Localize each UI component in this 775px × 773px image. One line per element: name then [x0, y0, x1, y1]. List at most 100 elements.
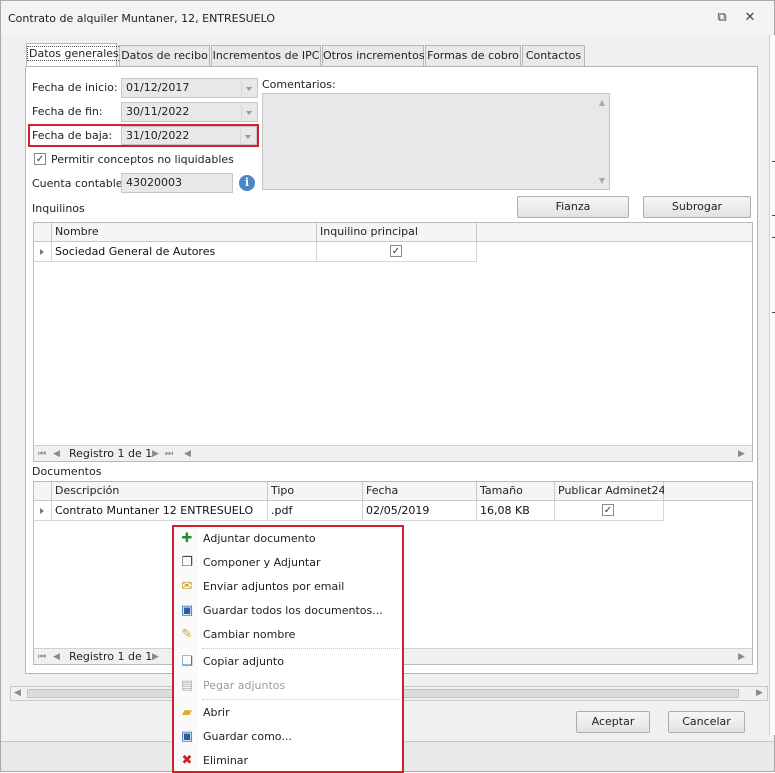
fecha-fin-field[interactable]: 30/11/2022: [121, 102, 258, 122]
documentos-label: Documentos: [32, 465, 102, 478]
subrogar-button[interactable]: Subrogar: [643, 196, 751, 218]
restore-window-icon[interactable]: ⧉: [713, 10, 731, 26]
tab-label: Datos generales: [27, 46, 121, 61]
publicar-checkbox[interactable]: ✓: [602, 504, 614, 516]
scroll-up-icon: ▲: [598, 98, 605, 107]
table-row-tipo[interactable]: .pdf: [268, 501, 363, 521]
open-folder-icon: ▰: [182, 705, 192, 720]
next-record-icon[interactable]: ▶: [152, 649, 159, 665]
menu-item-label: Guardar como...: [203, 730, 292, 743]
menu-separator: [202, 648, 400, 649]
rename-pencil-icon: ✎: [181, 627, 193, 642]
menu-item-label: Enviar adjuntos por email: [203, 580, 345, 593]
chevron-down-icon[interactable]: [241, 104, 256, 120]
info-icon[interactable]: i: [239, 175, 255, 191]
menu-item-enviar-email[interactable]: ✉ Enviar adjuntos por email: [174, 575, 402, 599]
row-indicator[interactable]: [34, 501, 52, 521]
column-header-inquilino-principal[interactable]: Inquilino principal: [317, 223, 477, 242]
cancelar-button[interactable]: Cancelar: [668, 711, 745, 733]
prev-record-icon[interactable]: ◀: [53, 446, 60, 462]
table-row-tamano[interactable]: 16,08 KB: [477, 501, 555, 521]
last-record-icon[interactable]: ⏭: [165, 446, 173, 462]
fecha-inicio-field[interactable]: 01/12/2017: [121, 78, 258, 98]
row-indicator[interactable]: [34, 242, 52, 262]
save-all-icon: ▣: [180, 603, 194, 618]
scroll-left-icon[interactable]: ◀: [14, 688, 21, 698]
prev-record-icon[interactable]: ◀: [53, 649, 60, 665]
paste-icon: ▤: [180, 678, 194, 693]
fianza-button[interactable]: Fianza: [517, 196, 629, 218]
table-row-publicar[interactable]: ✓: [555, 501, 664, 521]
column-header-tipo[interactable]: Tipo: [268, 482, 363, 501]
background-window-edge: [769, 35, 775, 735]
inquilino-principal-checkbox[interactable]: ✓: [390, 245, 402, 257]
scroll-down-icon: ▼: [598, 176, 605, 185]
menu-item-abrir[interactable]: ▰ Abrir: [174, 701, 402, 725]
fecha-baja-label: Fecha de baja:: [32, 129, 113, 142]
tab-datos-recibo[interactable]: Datos de recibo: [119, 45, 210, 66]
menu-item-guardar-todos[interactable]: ▣ Guardar todos los documentos...: [174, 599, 402, 623]
fecha-inicio-value: 01/12/2017: [126, 81, 190, 94]
grid-corner-header: [34, 223, 52, 242]
aceptar-button[interactable]: Aceptar: [576, 711, 650, 733]
column-header-descripcion[interactable]: Descripción: [52, 482, 268, 501]
tab-incrementos-ipc[interactable]: Incrementos de IPC: [211, 45, 321, 66]
permitir-conceptos-label: Permitir conceptos no liquidables: [51, 153, 234, 166]
column-header-fecha[interactable]: Fecha: [363, 482, 477, 501]
menu-item-label: Componer y Adjuntar: [203, 556, 321, 569]
compose-attach-icon: ❐: [181, 555, 193, 570]
menu-item-label: Guardar todos los documentos...: [203, 604, 383, 617]
menu-item-copiar-adjunto[interactable]: ❏ Copiar adjunto: [174, 650, 402, 674]
menu-item-guardar-como[interactable]: ▣ Guardar como...: [174, 725, 402, 749]
menu-item-eliminar[interactable]: ✖ Eliminar: [174, 749, 402, 773]
menu-item-label: Cambiar nombre: [203, 628, 296, 641]
comentarios-label: Comentarios:: [262, 78, 336, 91]
fecha-fin-value: 30/11/2022: [126, 105, 190, 118]
navigator-status: Registro 1 de 1: [69, 447, 153, 460]
scroll-right-icon[interactable]: ▶: [738, 649, 745, 665]
scroll-left-icon[interactable]: ◀: [184, 446, 191, 462]
table-row-descripcion[interactable]: Contrato Muntaner 12 ENTRESUELO: [52, 501, 268, 521]
column-header-tamano[interactable]: Tamaño: [477, 482, 555, 501]
fecha-baja-field[interactable]: 31/10/2022: [121, 126, 257, 145]
menu-item-label: Eliminar: [203, 754, 249, 767]
menu-separator: [202, 699, 400, 700]
column-header-filler: [664, 482, 752, 501]
menu-item-label: Abrir: [203, 706, 230, 719]
first-record-icon[interactable]: ⏮: [38, 446, 46, 462]
grid-corner-header: [34, 482, 52, 501]
menu-item-cambiar-nombre[interactable]: ✎ Cambiar nombre: [174, 623, 402, 647]
inquilinos-label: Inquilinos: [32, 202, 85, 215]
menu-item-adjuntar-documento[interactable]: ✚ Adjuntar documento: [174, 527, 402, 551]
tab-formas-cobro[interactable]: Formas de cobro: [425, 45, 521, 66]
scroll-right-icon[interactable]: ▶: [738, 446, 745, 462]
column-header-nombre[interactable]: Nombre: [52, 223, 317, 242]
navigator-status: Registro 1 de 1: [69, 650, 153, 663]
scroll-right-icon[interactable]: ▶: [756, 688, 763, 698]
chevron-down-icon[interactable]: [241, 80, 256, 96]
context-menu: ✚ Adjuntar documento ❐ Componer y Adjunt…: [172, 525, 404, 773]
table-row-nombre[interactable]: Sociedad General de Autores: [52, 242, 317, 262]
tab-contactos[interactable]: Contactos: [522, 45, 585, 66]
next-record-icon[interactable]: ▶: [152, 446, 159, 462]
menu-item-componer-adjuntar[interactable]: ❐ Componer y Adjuntar: [174, 551, 402, 575]
tab-otros-incrementos[interactable]: Otros incrementos: [322, 45, 425, 66]
table-row-principal[interactable]: ✓: [317, 242, 477, 262]
title-bar: Contrato de alquiler Muntaner, 12, ENTRE…: [1, 1, 774, 35]
column-header-filler: [477, 223, 752, 242]
first-record-icon[interactable]: ⏮: [38, 649, 46, 665]
dialog-window: Contrato de alquiler Muntaner, 12, ENTRE…: [0, 0, 775, 773]
column-header-publicar[interactable]: Publicar Adminet24H: [555, 482, 674, 501]
menu-item-pegar-adjuntos: ▤ Pegar adjuntos: [174, 674, 402, 698]
cuenta-contable-field[interactable]: 43020003: [121, 173, 233, 193]
menu-item-label: Pegar adjuntos: [203, 679, 286, 692]
fecha-fin-label: Fecha de fin:: [32, 105, 103, 118]
permitir-conceptos-checkbox[interactable]: ✓: [34, 153, 46, 165]
comentarios-textarea[interactable]: ▲ ▼: [262, 93, 610, 190]
attach-document-icon: ✚: [181, 531, 193, 546]
chevron-down-icon[interactable]: [240, 128, 255, 144]
close-window-icon[interactable]: ✕: [741, 10, 759, 26]
inquilinos-grid: Nombre Inquilino principal Sociedad Gene…: [33, 222, 753, 462]
tab-datos-generales[interactable]: Datos generales: [26, 43, 121, 67]
table-row-fecha[interactable]: 02/05/2019: [363, 501, 477, 521]
